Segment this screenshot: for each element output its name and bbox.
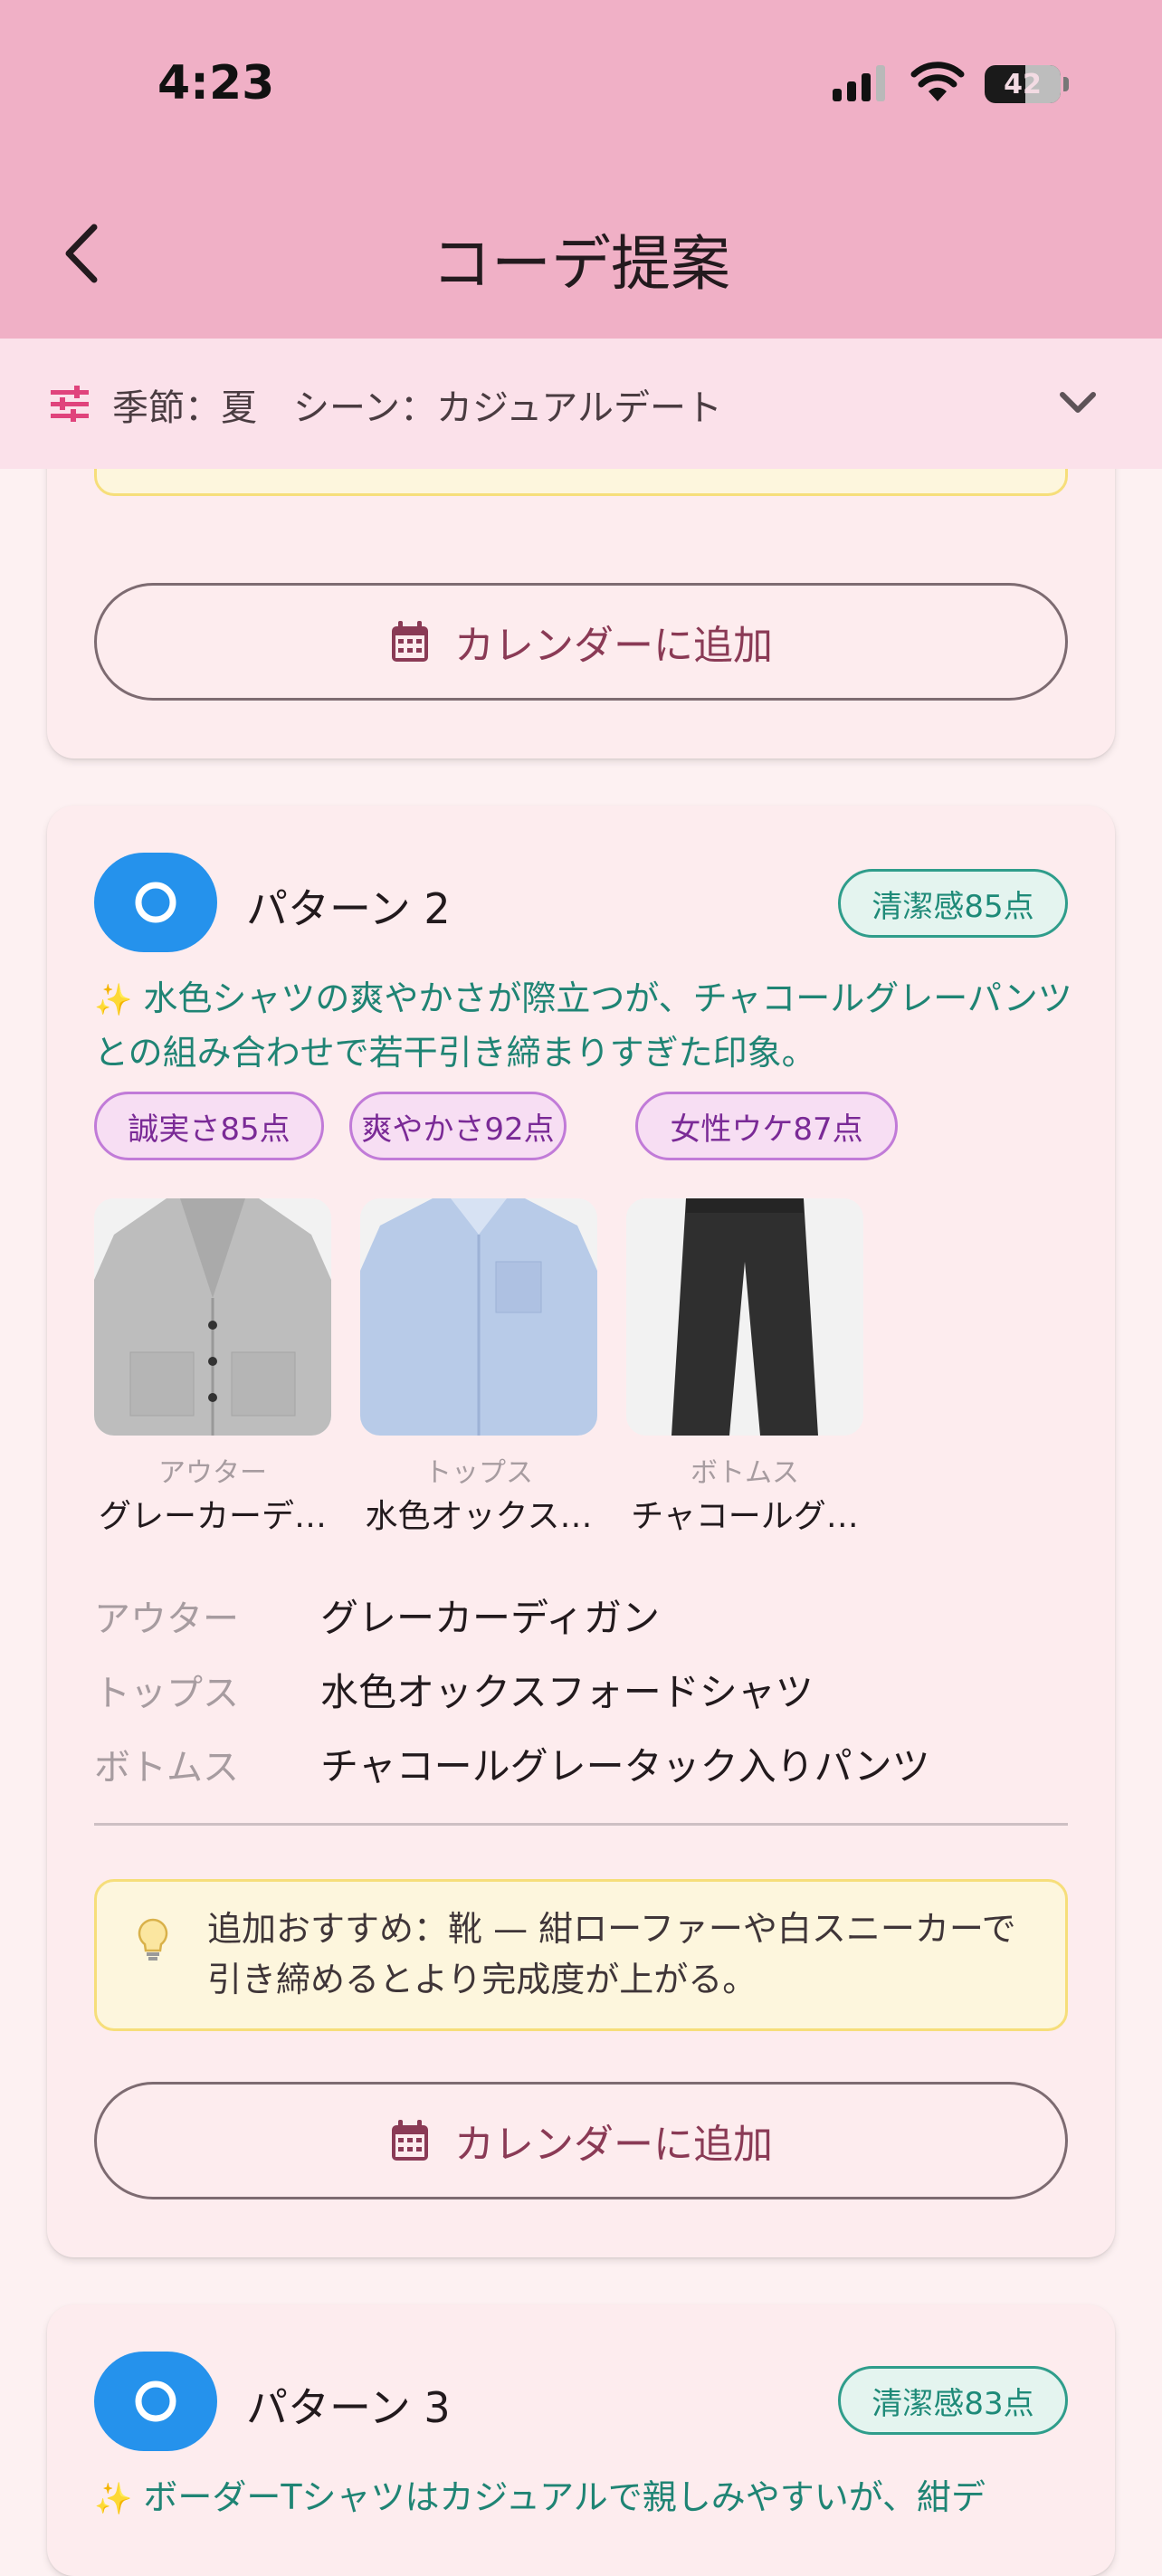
tag-freshness: 爽やかさ92点 <box>349 1092 567 1160</box>
cellular-signal-icon <box>833 65 885 101</box>
pattern-comment-text: ボーダーTシャツはカジュアルで親しみやすいが、紺デ <box>143 2477 986 2517</box>
pattern-icon <box>94 853 217 952</box>
circle-icon <box>135 882 176 923</box>
add-to-calendar-label: カレンダーに追加 <box>454 623 773 669</box>
filter-bar[interactable]: 季節：夏 シーン：カジュアルデート <box>0 339 1162 469</box>
calendar-icon <box>392 621 428 662</box>
tune-icon <box>51 386 89 422</box>
item-category: ボトムス <box>691 1457 799 1489</box>
pattern-title: パターン 3 <box>246 2383 451 2432</box>
battery-icon: 42 <box>985 65 1061 103</box>
divider <box>94 1823 1068 1826</box>
add-to-calendar-label: カレンダーに追加 <box>454 2122 773 2168</box>
chevron-down-icon[interactable] <box>1057 389 1099 416</box>
lightbulb-icon <box>138 1918 168 1961</box>
pants-image <box>626 1198 863 1436</box>
pattern-card-3: パターン 3 清潔感83点 ✨ ボーダーTシャツはカジュアルで親しみやすいが、紺デ <box>47 2304 1115 2576</box>
item-name: チャコールグ… <box>631 1498 859 1535</box>
pattern-card-2: パターン 2 清潔感85点 ✨ 水色シャツの爽やかさが際立つが、チャコールグレーパ… <box>47 806 1115 2257</box>
detail-label: ボトムス <box>94 1747 239 1789</box>
item-name: グレーカーデ… <box>98 1498 327 1535</box>
battery-level: 42 <box>1004 68 1042 100</box>
filter-summary: 季節：夏 シーン：カジュアルデート <box>112 387 722 429</box>
item-category: トップス <box>424 1457 533 1489</box>
item-image-outer[interactable] <box>94 1198 331 1436</box>
shirt-image <box>360 1198 597 1436</box>
header: 4:23 42 コーデ提案 <box>0 0 1162 339</box>
tip-box: 追加おすすめ：靴 — 紺ローファーや白スニーカーで引き締めるとより完成度が上がる… <box>94 1879 1068 2031</box>
page-title: コーデ提案 <box>432 229 730 299</box>
pattern-comment-text: 水色シャツの爽やかさが際立つが、チャコールグレーパンツとの組み合わせで若干引き締… <box>94 978 1072 1073</box>
calendar-icon <box>392 2120 428 2161</box>
pattern-title: パターン 2 <box>246 884 451 933</box>
tip-text: 追加おすすめ：靴 — 紺ローファーや白スニーカーで引き締めるとより完成度が上がる… <box>207 1909 1016 1999</box>
sparkles-icon: ✨ <box>94 982 133 1018</box>
add-to-calendar-button[interactable]: カレンダーに追加 <box>94 583 1068 701</box>
pattern-comment: ✨ 水色シャツの爽やかさが際立つが、チャコールグレーパンツとの組み合わせで若干引き… <box>94 972 1081 1079</box>
tag-female-appeal: 女性ウケ87点 <box>635 1092 898 1160</box>
detail-label: トップス <box>94 1673 239 1714</box>
sparkles-icon: ✨ <box>94 2481 133 2517</box>
status-time: 4:23 <box>157 56 275 110</box>
add-to-calendar-button[interactable]: カレンダーに追加 <box>94 2082 1068 2199</box>
item-name: 水色オックス… <box>365 1498 593 1535</box>
cleanliness-score-badge: 清潔感83点 <box>838 2366 1068 2435</box>
pattern-icon <box>94 2352 217 2451</box>
tag-sincerity: 誠実さ85点 <box>94 1092 324 1160</box>
detail-value: グレーカーディガン <box>320 1596 661 1640</box>
cleanliness-score-badge: 清潔感85点 <box>838 869 1068 938</box>
wifi-icon <box>910 62 965 101</box>
battery-cap <box>1063 77 1069 91</box>
detail-label: アウター <box>94 1598 239 1640</box>
detail-value: 水色オックスフォードシャツ <box>320 1670 814 1714</box>
pattern-comment: ✨ ボーダーTシャツはカジュアルで親しみやすいが、紺デ <box>94 2471 1068 2525</box>
item-image-bottoms[interactable] <box>626 1198 863 1436</box>
circle-icon <box>135 2380 176 2422</box>
item-category: アウター <box>158 1457 267 1489</box>
item-image-tops[interactable] <box>360 1198 597 1436</box>
detail-value: チャコールグレータック入りパンツ <box>320 1744 930 1789</box>
cardigan-image <box>94 1198 331 1436</box>
